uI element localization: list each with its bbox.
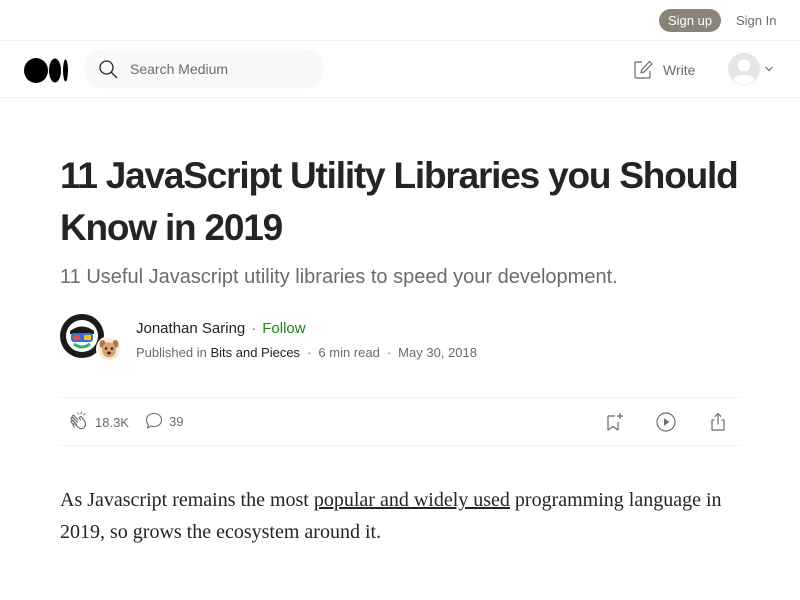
search-input[interactable] xyxy=(130,49,310,89)
article-action-bar: 18.3K 39 xyxy=(60,397,740,446)
sign-in-link[interactable]: Sign In xyxy=(736,9,776,32)
popular-and-widely-used-link[interactable]: popular and widely used xyxy=(314,489,510,511)
top-bar: Sign up Sign In xyxy=(0,0,800,41)
write-icon xyxy=(634,60,653,79)
separator-dot: · xyxy=(307,345,312,360)
publish-date: May 30, 2018 xyxy=(398,345,477,360)
clap-count: 18.3K xyxy=(95,414,129,430)
publication-link[interactable]: Bits and Pieces xyxy=(210,345,300,360)
comment-icon xyxy=(145,412,163,429)
published-in-label: Published in xyxy=(136,345,207,360)
share-icon[interactable] xyxy=(707,411,729,433)
responses-button[interactable]: 39 xyxy=(144,411,183,431)
medium-logo-icon[interactable] xyxy=(24,58,68,83)
paragraph-text: As Javascript remains the most xyxy=(60,489,314,511)
play-icon[interactable] xyxy=(655,411,677,433)
response-count: 39 xyxy=(169,413,184,429)
site-header: Write xyxy=(0,41,800,98)
write-button[interactable]: Write xyxy=(632,58,695,82)
user-avatar-icon xyxy=(728,53,760,85)
bookmark-add-icon[interactable] xyxy=(603,411,625,433)
sign-up-button[interactable]: Sign up xyxy=(659,9,721,32)
article-subtitle: 11 Useful Javascript utility libraries t… xyxy=(60,266,618,288)
chevron-down-icon xyxy=(765,66,773,72)
clap-button[interactable]: 18.3K xyxy=(68,411,129,433)
separator-dot: · xyxy=(386,345,392,360)
separator-dot: · xyxy=(251,320,257,337)
author-name-link[interactable]: Jonathan Saring xyxy=(136,320,245,337)
follow-button[interactable]: Follow xyxy=(262,320,305,337)
article-paragraph: As Javascript remains the most popular a… xyxy=(60,484,740,548)
read-time: 6 min read xyxy=(318,345,380,360)
search-icon xyxy=(99,60,118,79)
clap-icon xyxy=(70,411,87,430)
article-meta: Published in Bits and Pieces · 6 min read ·… xyxy=(136,345,477,361)
search-bar[interactable] xyxy=(84,49,324,89)
article-title: 11 JavaScript Utility Libraries you Shou… xyxy=(60,155,739,248)
author-line: Jonathan Saring · Follow xyxy=(136,320,306,338)
write-label: Write xyxy=(663,62,696,78)
user-menu-button[interactable] xyxy=(728,53,776,85)
publication-avatar[interactable] xyxy=(96,336,122,362)
